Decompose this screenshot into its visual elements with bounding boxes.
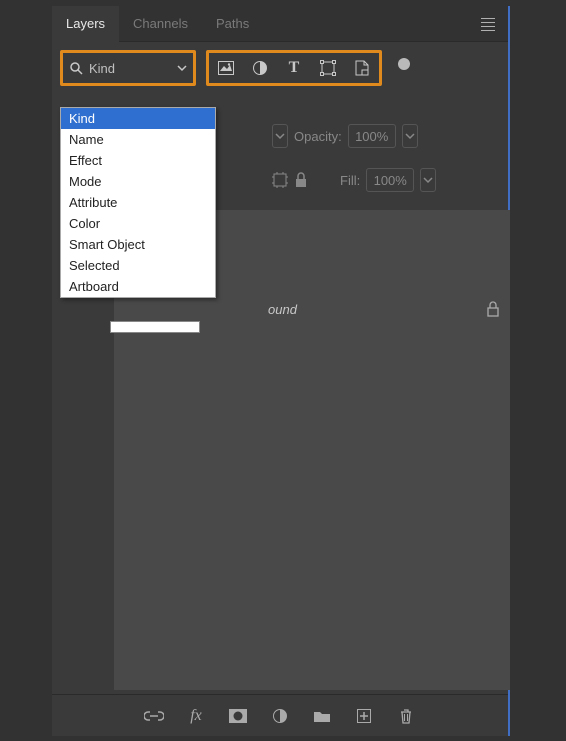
layer-thumbnail-partial (110, 321, 200, 333)
layer-group-icon[interactable] (312, 706, 332, 726)
link-layers-icon[interactable] (144, 706, 164, 726)
filter-pixel-icon[interactable] (209, 53, 243, 83)
dropdown-item-artboard[interactable]: Artboard (61, 276, 215, 297)
dropdown-item-color[interactable]: Color (61, 213, 215, 234)
filter-type-text-icon[interactable]: T (277, 53, 311, 83)
new-layer-icon[interactable] (354, 706, 374, 726)
lock-position-icon[interactable] (272, 172, 288, 188)
filter-type-buttons: T (209, 53, 379, 83)
dropdown-item-selected[interactable]: Selected (61, 255, 215, 276)
lock-all-icon[interactable] (294, 172, 308, 188)
layer-name: ound (268, 302, 486, 317)
layers-panel: Layers Channels Paths Kind (52, 6, 510, 736)
filter-row: Kind T (52, 42, 508, 94)
dropdown-item-attribute[interactable]: Attribute (61, 192, 215, 213)
opacity-value[interactable]: 100% (348, 124, 396, 148)
opacity-chevron[interactable] (402, 124, 418, 148)
filter-kind-dropdown[interactable]: Kind (63, 53, 193, 83)
dropdown-item-effect[interactable]: Effect (61, 150, 215, 171)
adjustment-layer-icon[interactable] (270, 706, 290, 726)
filter-shape-icon[interactable] (311, 53, 345, 83)
filter-buttons-highlight: T (206, 50, 382, 86)
panel-tabs: Layers Channels Paths (52, 6, 508, 42)
panel-menu-icon[interactable] (478, 14, 498, 34)
filter-label: Kind (89, 61, 115, 76)
layer-mask-icon[interactable] (228, 706, 248, 726)
filter-dropdown-highlight: Kind (60, 50, 196, 86)
dropdown-item-name[interactable]: Name (61, 129, 215, 150)
dropdown-item-mode[interactable]: Mode (61, 171, 215, 192)
search-icon (69, 61, 83, 75)
filter-dropdown-menu: Kind Name Effect Mode Attribute Color Sm… (60, 107, 216, 298)
opacity-label: Opacity: (294, 129, 342, 144)
layer-background-row[interactable]: ound (268, 296, 506, 322)
opacity-row: Opacity: 100% (272, 124, 418, 148)
lock-icon (486, 301, 500, 317)
delete-layer-icon[interactable] (396, 706, 416, 726)
layer-bottom-toolbar: fx (52, 694, 508, 736)
chevron-down-icon (177, 63, 187, 73)
tab-paths[interactable]: Paths (202, 6, 263, 42)
fill-row: Fill: 100% (272, 168, 436, 192)
fill-label: Fill: (340, 173, 360, 188)
tab-layers[interactable]: Layers (52, 6, 119, 42)
filter-adjustment-icon[interactable] (243, 53, 277, 83)
filter-toggle[interactable] (398, 58, 410, 70)
blend-mode-chevron[interactable] (272, 124, 288, 148)
layer-effects-icon[interactable]: fx (186, 706, 206, 726)
tab-channels[interactable]: Channels (119, 6, 202, 42)
dropdown-item-smartobject[interactable]: Smart Object (61, 234, 215, 255)
fill-value[interactable]: 100% (366, 168, 414, 192)
fill-chevron[interactable] (420, 168, 436, 192)
dropdown-item-kind[interactable]: Kind (61, 108, 215, 129)
filter-smartobject-icon[interactable] (345, 53, 379, 83)
